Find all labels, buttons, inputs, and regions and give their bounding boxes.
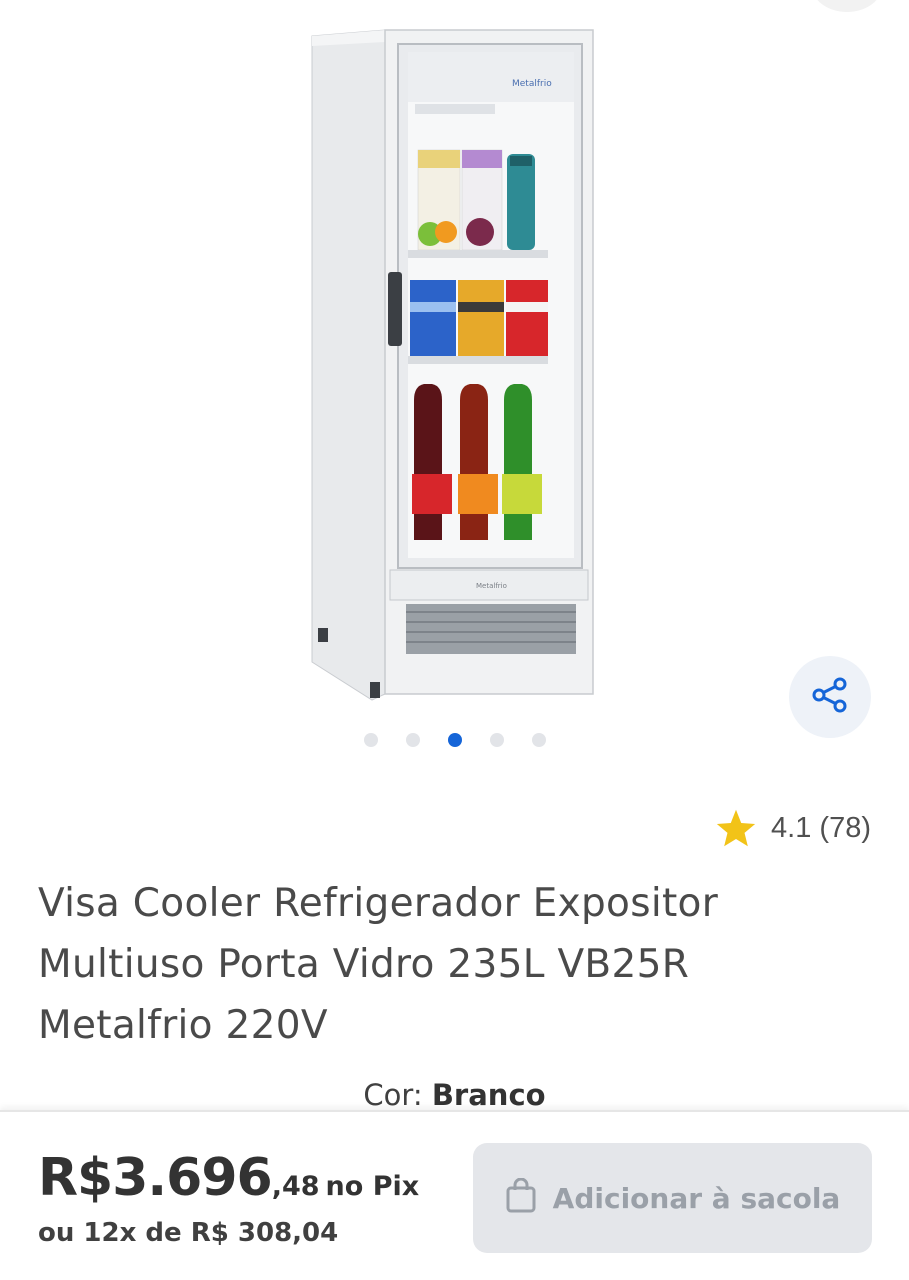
star-icon — [715, 808, 757, 848]
product-title-line-1: Visa Cooler Refrigerador Expositor — [38, 881, 719, 926]
add-to-bag-label: Adicionar à sacola — [552, 1181, 841, 1215]
carousel-dot[interactable] — [364, 733, 378, 747]
rating-count: (78) — [819, 811, 871, 844]
add-to-bag-button[interactable]: Adicionar à sacola — [473, 1143, 872, 1253]
price-cents: ,48 — [271, 1171, 320, 1202]
color-label: Cor: — [363, 1078, 423, 1112]
share-button[interactable] — [789, 656, 871, 738]
svg-text:Metalfrio: Metalfrio — [476, 582, 507, 590]
product-title-line-3: Metalfrio 220V — [38, 1003, 328, 1048]
carousel-dot[interactable] — [532, 733, 546, 747]
product-rating[interactable]: 4.1 (78) — [715, 808, 871, 848]
shopping-bag-icon — [505, 1177, 537, 1219]
installments-text: ou 12x de R$ 308,04 — [38, 1218, 339, 1248]
color-value: Branco — [431, 1078, 546, 1112]
product-title: Visa Cooler Refrigerador Expositor Multi… — [38, 873, 798, 1056]
carousel-dot[interactable] — [490, 733, 504, 747]
price-suffix: no Pix — [325, 1171, 420, 1202]
carousel-dots — [0, 733, 909, 749]
carousel-dot[interactable] — [448, 733, 462, 747]
price-main: R$3.696 — [38, 1148, 273, 1208]
share-icon — [810, 675, 850, 720]
product-image[interactable]: Metalfrio Metalfrio — [300, 22, 610, 712]
top-action-button[interactable] — [812, 0, 882, 12]
rating-value: 4.1 — [771, 811, 812, 844]
svg-text:Metalfrio: Metalfrio — [512, 79, 552, 89]
color-selector-label: Cor: Branco — [0, 1078, 909, 1112]
carousel-dot[interactable] — [406, 733, 420, 747]
product-title-line-2: Multiuso Porta Vidro 235L VB25R — [38, 942, 690, 987]
price: R$3.696,48 no Pix — [38, 1148, 419, 1208]
